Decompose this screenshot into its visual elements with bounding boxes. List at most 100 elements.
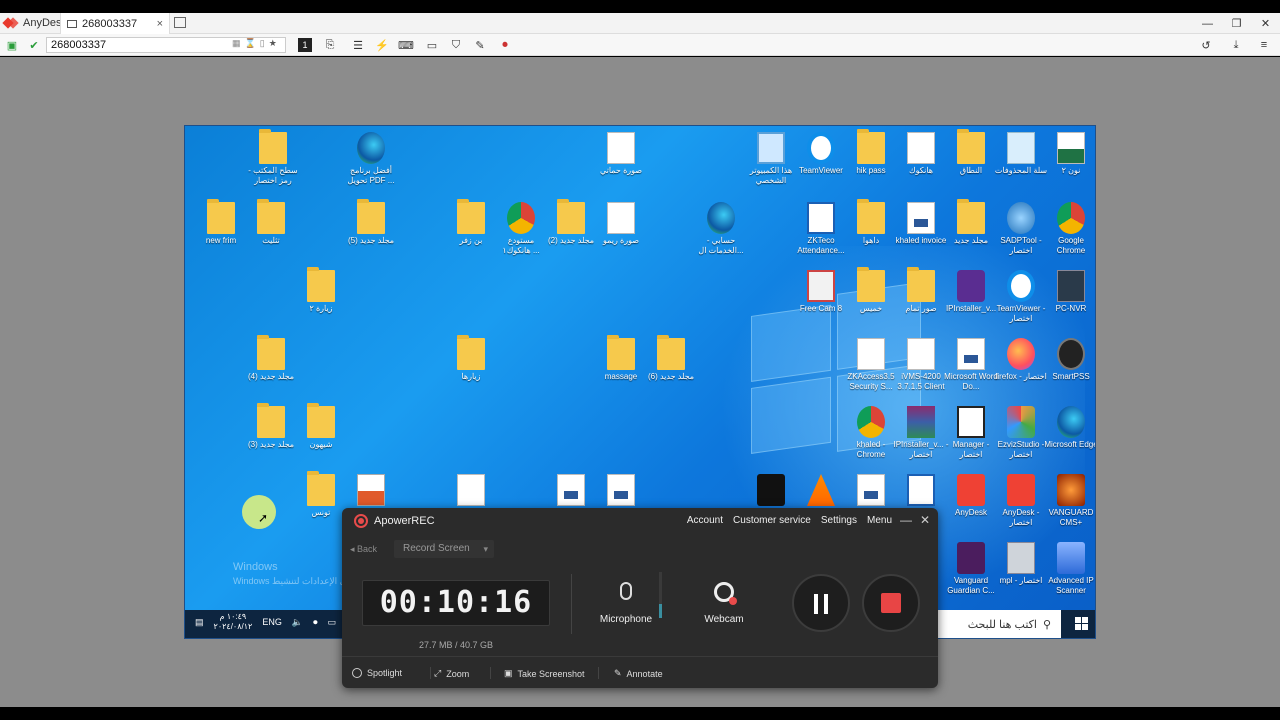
start-button-icon[interactable] bbox=[1075, 617, 1089, 631]
desktop-icon[interactable]: (4) مجلد جديد bbox=[243, 335, 299, 382]
desktop-icon[interactable]: صورة حماتي bbox=[593, 132, 649, 176]
desktop-icon[interactable]: SADPTool - اختصار bbox=[993, 202, 1049, 256]
desktop-icon[interactable]: TeamViewer - اختصار bbox=[993, 270, 1049, 324]
desktop-icon[interactable]: VANGUARD CMS+ bbox=[1043, 474, 1095, 528]
desktop-icon[interactable]: (5) مجلد جديد bbox=[343, 199, 399, 246]
desktop-icon[interactable]: أفضل برنامج تحويل PDF ... bbox=[343, 132, 399, 186]
pause-button[interactable] bbox=[792, 574, 850, 632]
annotate-button[interactable]: ✎ Annotate bbox=[614, 668, 663, 679]
desktop-icon[interactable]: IPInstaller_v... bbox=[943, 270, 999, 314]
desktop-icon[interactable]: خميس bbox=[843, 267, 899, 314]
desktop-icon[interactable]: Microsoft Word Do... bbox=[943, 338, 999, 392]
desktop-icon[interactable]: مجلد جديد bbox=[943, 199, 999, 246]
record-icon[interactable]: ⏺ bbox=[497, 37, 513, 53]
desktop-icon[interactable]: زيارة ٢ bbox=[293, 267, 349, 314]
desktop-icon[interactable]: النطاق bbox=[943, 129, 999, 176]
connection-icon[interactable]: ▣ bbox=[4, 37, 20, 53]
minimize-button[interactable]: — bbox=[1193, 13, 1222, 34]
spotlight-button[interactable]: Spotlight bbox=[352, 668, 402, 678]
clock[interactable]: ١٠:٤٩ م ٢٠٢٤/٠٨/١٢ bbox=[214, 612, 253, 632]
desktop-icon[interactable]: firefox - اختصار bbox=[993, 338, 1049, 382]
desktop-icon[interactable]: AnyDesk bbox=[943, 474, 999, 518]
desktop-icon[interactable]: سلة المحذوفات bbox=[993, 132, 1049, 176]
webcam-toggle[interactable]: Webcam bbox=[694, 582, 754, 625]
close-button[interactable]: ✕ bbox=[1251, 13, 1280, 34]
desktop-icon[interactable]: massage bbox=[593, 335, 649, 382]
desktop-icon[interactable]: TeamViewer bbox=[793, 132, 849, 176]
keyboard-icon[interactable]: ⌨ bbox=[398, 37, 414, 53]
maximize-button[interactable]: ❐ bbox=[1222, 13, 1251, 34]
desktop-icon[interactable]: داهوا bbox=[843, 199, 899, 246]
desktop-icon[interactable]: (3) مجلد جديد bbox=[243, 403, 299, 450]
desktop-icon[interactable] bbox=[343, 474, 399, 508]
tab-close-icon[interactable]: × bbox=[157, 18, 163, 30]
desktop-icon[interactable]: تثليث bbox=[243, 199, 299, 246]
desktop-icon[interactable]: ZKAccess3.5 Security S... bbox=[843, 338, 899, 392]
desktop-icon[interactable] bbox=[843, 474, 899, 508]
desktop-icon[interactable]: شيهون bbox=[293, 403, 349, 450]
mic-tray-icon[interactable]: ⏺ bbox=[313, 617, 318, 628]
file-transfer-icon[interactable]: ⎘ bbox=[322, 37, 338, 53]
menu-icon[interactable]: ≡ bbox=[1256, 37, 1272, 53]
record-mode-select[interactable]: Record Screen bbox=[394, 540, 494, 558]
desktop-icon[interactable]: SmartPSS bbox=[1043, 338, 1095, 382]
desktop-icon[interactable]: Advanced IP Scanner bbox=[1043, 542, 1095, 596]
display-1-button[interactable]: 1 bbox=[298, 38, 312, 52]
desktop-icon[interactable]: هانكوك bbox=[893, 132, 949, 176]
volume-icon[interactable]: 🔈 bbox=[292, 617, 303, 628]
desktop-icon[interactable]: حسابي - الخدمات ال... bbox=[693, 202, 749, 256]
desktop-icon[interactable]: khaled - Chrome bbox=[843, 406, 899, 460]
recorder-minimize-icon[interactable]: — bbox=[900, 513, 912, 527]
desktop-icon[interactable]: EzvizStudio - اختصار bbox=[993, 406, 1049, 460]
desktop-icon[interactable]: PC-NVR bbox=[1043, 270, 1095, 314]
desktop-icon[interactable]: AnyDesk - اختصار bbox=[993, 474, 1049, 528]
display-icon[interactable]: ▭ bbox=[424, 37, 440, 53]
account-link[interactable]: Account bbox=[687, 515, 723, 526]
desktop-icon[interactable] bbox=[443, 474, 499, 508]
stop-button[interactable] bbox=[862, 574, 920, 632]
actions-icon[interactable]: ⚡ bbox=[374, 37, 390, 53]
desktop-icon[interactable]: mpl - اختصار bbox=[993, 542, 1049, 586]
settings-link[interactable]: Settings bbox=[821, 515, 857, 526]
desktop-icon[interactable]: iVMS-4200 3.7.1.5 Client bbox=[893, 338, 949, 392]
desktop-icon[interactable]: new frim bbox=[193, 199, 249, 246]
desktop-icon[interactable]: مستودع هانكوك١ ... bbox=[493, 202, 549, 256]
back-button[interactable]: ◂ Back bbox=[350, 544, 377, 555]
desktop-icon[interactable]: Manager - اختصار bbox=[943, 406, 999, 460]
desktop-icon[interactable]: IPInstaller_v... - اختصار bbox=[893, 406, 949, 460]
desktop-icon[interactable]: (6) مجلد جديد bbox=[643, 335, 699, 382]
desktop-icon[interactable] bbox=[543, 474, 599, 508]
desktop-icon[interactable]: Vanguard Guardian C... bbox=[943, 542, 999, 596]
desktop-icon[interactable]: Microsoft Edge bbox=[1043, 406, 1095, 450]
desktop-icon[interactable] bbox=[893, 474, 949, 508]
permissions-icon[interactable]: ⛉ bbox=[448, 37, 464, 53]
chat-icon[interactable]: ☰ bbox=[350, 37, 366, 53]
network-icon[interactable]: ▭ bbox=[328, 617, 337, 628]
desktop-icon[interactable]: hik pass bbox=[843, 129, 899, 176]
desktop-icon[interactable]: khaled invoice bbox=[893, 202, 949, 246]
new-tab-icon[interactable] bbox=[174, 17, 186, 28]
star-icon[interactable]: ★ bbox=[269, 38, 277, 49]
whiteboard-icon[interactable]: ✎ bbox=[472, 37, 488, 53]
language-indicator[interactable]: ENG bbox=[262, 617, 282, 627]
history-icon[interactable]: ↺ bbox=[1198, 37, 1214, 53]
desktop-icon[interactable] bbox=[743, 474, 799, 508]
menu-link[interactable]: Menu bbox=[867, 515, 892, 526]
desktop-icon[interactable]: زيارها bbox=[443, 335, 499, 382]
desktop-icon[interactable]: صور تمام bbox=[893, 267, 949, 314]
customer-service-link[interactable]: Customer service bbox=[733, 515, 811, 526]
desktop-icon[interactable]: نون ٢ bbox=[1043, 132, 1095, 176]
screenshot-button[interactable]: ▣ Take Screenshot bbox=[504, 668, 585, 679]
notification-icon[interactable]: ▤ bbox=[195, 617, 204, 628]
desktop-icon[interactable]: تونس bbox=[293, 471, 349, 518]
desktop-icon[interactable] bbox=[593, 474, 649, 508]
desktop-icon[interactable]: Free Cam 8 bbox=[793, 270, 849, 314]
microphone-toggle[interactable]: Microphone bbox=[596, 582, 656, 625]
desktop-icon[interactable]: هذا الكمبيوتر الشخصي bbox=[743, 132, 799, 186]
desktop-icon[interactable]: (2) مجلد جديد bbox=[543, 199, 599, 246]
session-tab[interactable]: 268003337 × bbox=[60, 13, 170, 34]
desktop-icon[interactable]: بن زفر bbox=[443, 199, 499, 246]
desktop-icon[interactable]: Google Chrome bbox=[1043, 202, 1095, 256]
download-icon[interactable]: ⤓ bbox=[1228, 37, 1244, 53]
desktop-icon[interactable]: سطح المكتب - رمز اختصار bbox=[245, 129, 301, 186]
